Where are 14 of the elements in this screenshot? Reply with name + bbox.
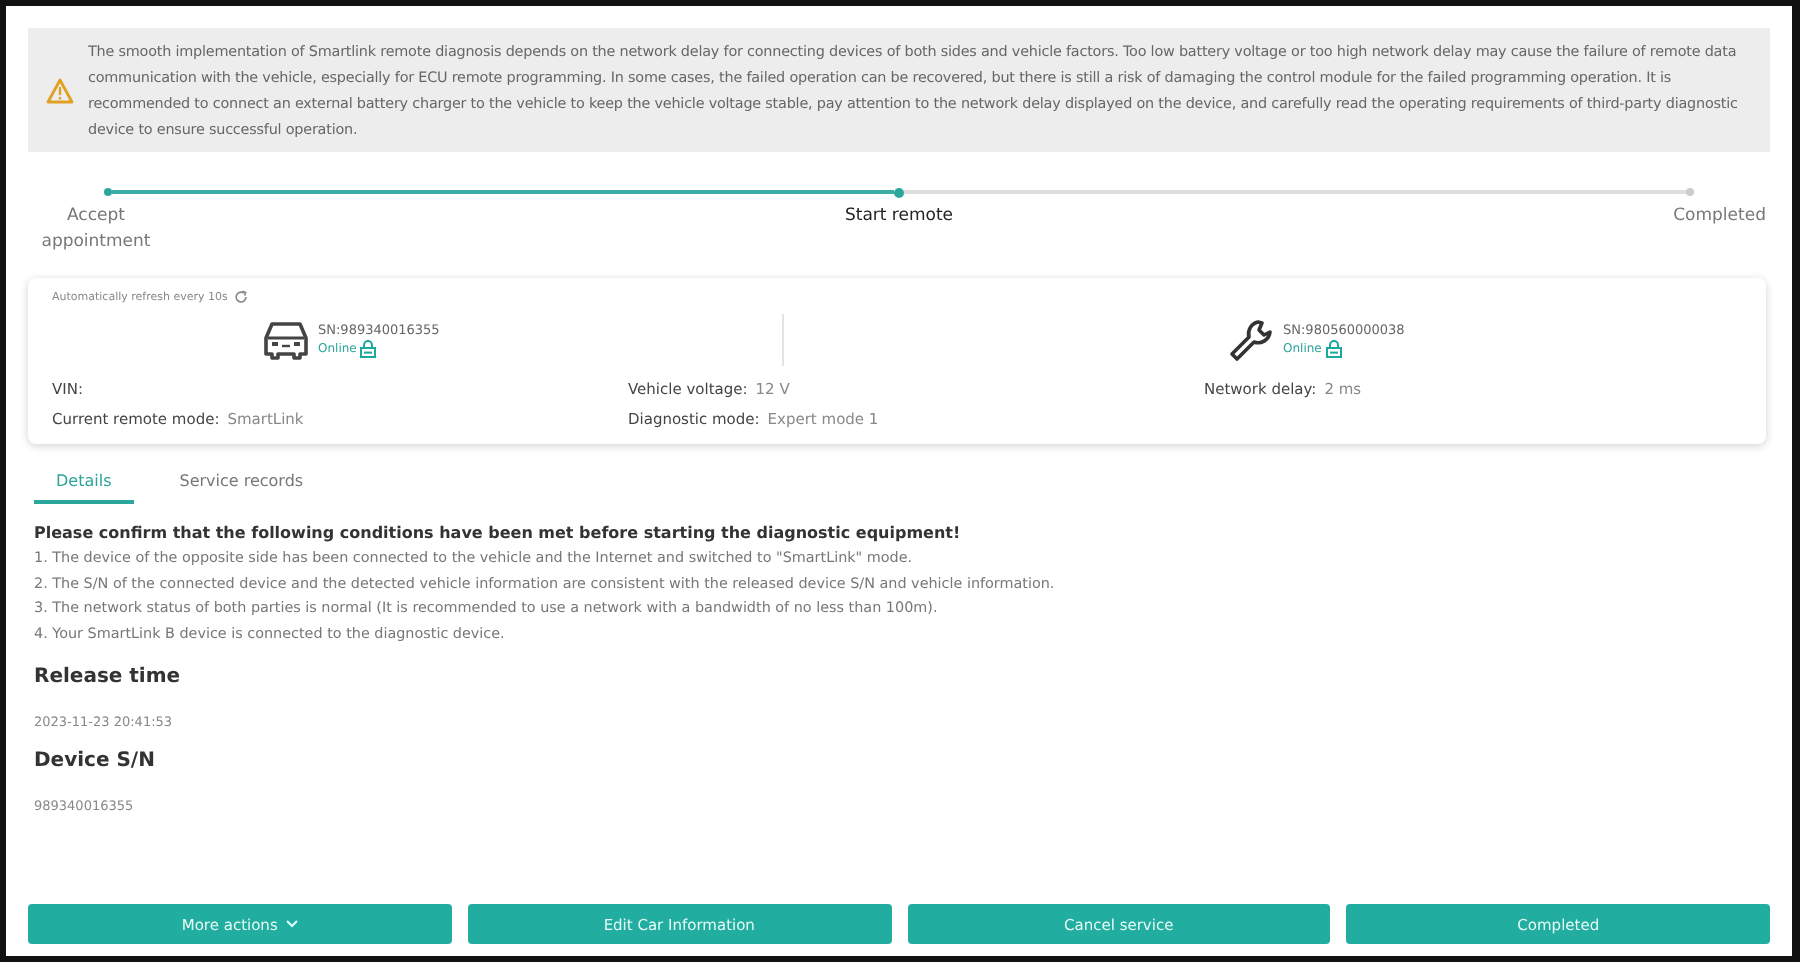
wrench-icon <box>1227 318 1275 362</box>
lock-icon <box>1325 340 1342 358</box>
warning-icon <box>46 77 74 103</box>
step-label: Completed <box>1673 204 1766 230</box>
conditions-heading: Please confirm that the following conditions have been met before starting the diagnostic equipment! <box>34 522 963 546</box>
tab[interactable]: Service records <box>157 466 326 504</box>
refresh-icon <box>233 290 248 304</box>
field-label: Release time <box>34 664 183 692</box>
tab[interactable]: Details <box>34 466 134 504</box>
step-label: Start remote <box>844 204 954 230</box>
step-label: Accept appointment <box>39 204 153 256</box>
car-icon <box>262 320 310 360</box>
field-label: Device S/N <box>34 748 157 776</box>
lock-icon <box>360 340 377 358</box>
